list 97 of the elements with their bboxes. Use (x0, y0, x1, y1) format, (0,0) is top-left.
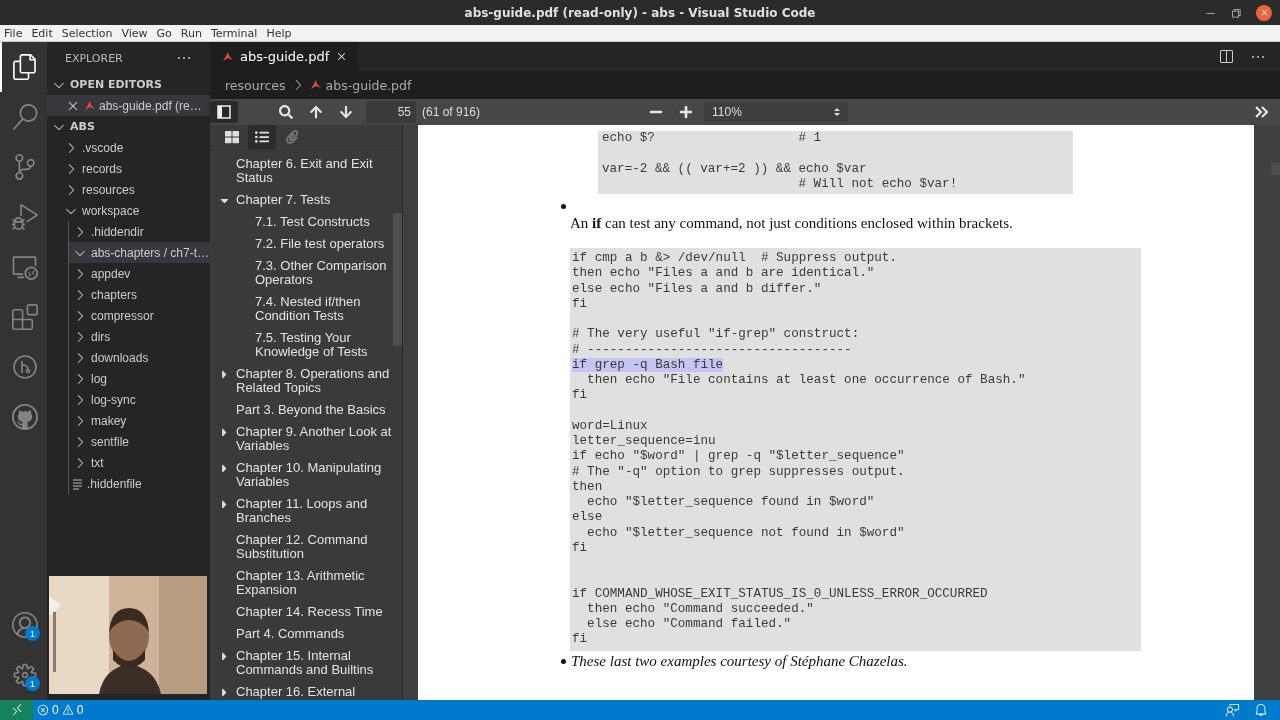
remote-button[interactable] (0, 700, 33, 720)
list-icon (255, 130, 269, 144)
file-tree-item[interactable]: workspace (47, 200, 210, 221)
outline-item[interactable]: Chapter 9. Another Look at Variables (236, 425, 394, 453)
extensions-icon[interactable] (11, 304, 38, 330)
breadcrumb-item[interactable]: abs-guide.pdf (325, 77, 412, 93)
menu-item[interactable]: Help (266, 26, 292, 40)
menu-item[interactable]: File (4, 26, 23, 40)
plus-icon (679, 105, 694, 119)
feedback-icon[interactable] (1226, 703, 1240, 717)
remote-explorer-icon[interactable] (11, 254, 38, 280)
outline-item[interactable]: 7.2. File test operators (255, 237, 395, 251)
outline-item[interactable]: Part 4. Commands (236, 627, 394, 641)
file-tree-item[interactable]: downloads (69, 347, 210, 368)
problems-status[interactable]: 0 0 (33, 703, 88, 717)
outline-item[interactable]: 7.5. Testing Your Knowledge of Tests (255, 331, 395, 359)
menu-item[interactable]: View (121, 26, 148, 40)
split-editor-icon[interactable] (1218, 48, 1234, 65)
file-tree-item[interactable]: abs-chapters / ch7-t… (69, 242, 210, 263)
github-icon[interactable] (11, 404, 38, 430)
arrow-down-icon (339, 105, 353, 119)
menu-item[interactable]: Selection (61, 26, 113, 40)
outline-item[interactable]: 7.3. Other Comparison Operators (255, 259, 395, 287)
notification-badge: 1 (25, 626, 40, 641)
pdf-file-icon (222, 50, 234, 63)
menu-item[interactable]: Edit (31, 26, 53, 40)
file-tree-item[interactable]: .vscode (47, 137, 210, 158)
search-icon[interactable] (11, 104, 38, 130)
search-icon (279, 105, 293, 119)
window-title: abs-guide.pdf (read-only) - abs - Visual Studio Code (464, 5, 816, 20)
outline-item[interactable]: Part 3. Beyond the Basics (236, 403, 394, 417)
code-block: echo $? # 1 var=-2 && (( var+=2 )) && echo $var # Will not echo $var! (598, 131, 1073, 194)
pdf-file-icon (84, 99, 96, 112)
run-debug-icon[interactable] (11, 204, 38, 230)
file-tree-item[interactable]: .hiddenfile (69, 473, 210, 494)
outline-item[interactable]: Chapter 16. External (236, 685, 394, 699)
outline-item[interactable]: Chapter 6. Exit and Exit Status (236, 157, 394, 185)
paperclip-icon (285, 130, 299, 144)
file-tree-item[interactable]: resources (47, 179, 210, 200)
outline-item[interactable]: Chapter 11. Loops and Branches (236, 497, 394, 525)
branch-circle-icon[interactable] (11, 354, 38, 380)
error-icon (37, 704, 49, 716)
sidebar-title: EXPLORER (65, 51, 123, 65)
arrow-up-icon (309, 105, 323, 119)
outline-item[interactable]: Chapter 15. Internal Commands and Builtins (236, 649, 394, 677)
scrollbar-thumb[interactable] (393, 213, 402, 346)
outline-item[interactable]: Chapter 14. Recess Time (236, 605, 394, 619)
text-file-icon (72, 477, 84, 490)
error-count: 0 (52, 703, 59, 717)
file-tree-item[interactable]: log (69, 368, 210, 389)
bullet-icon (561, 658, 566, 664)
menu-item[interactable]: Terminal (210, 26, 258, 40)
sidebar-panel-icon (217, 105, 231, 119)
outline-item[interactable]: Chapter 12. Command Substitution (236, 533, 394, 561)
section-title[interactable]: ABS (70, 120, 95, 133)
breadcrumb-item[interactable]: resources (225, 77, 286, 93)
bullet-icon (561, 204, 566, 209)
zoom-select[interactable]: 110% (704, 102, 849, 122)
warning-icon (61, 704, 74, 716)
double-chevron-icon (1255, 106, 1269, 118)
editor-tab[interactable]: abs-guide.pdf (210, 42, 359, 71)
paragraph: These last two examples courtesy of Stéphane Chazelas. (571, 652, 908, 670)
outline-item[interactable]: Chapter 10. Manipulating Variables (236, 461, 394, 489)
restore-icon[interactable] (1230, 6, 1242, 19)
outline-item[interactable]: Chapter 8. Operations and Related Topics (236, 367, 394, 395)
outline-item[interactable]: Chapter 13. Arithmetic Expansion (236, 569, 394, 597)
file-tree-item[interactable]: compressor (69, 305, 210, 326)
paragraph: An if can test any command, not just conditions enclosed within brackets. (570, 215, 1014, 232)
open-editor-item[interactable]: abs-guide.pdf (re… (47, 95, 210, 116)
file-tree-item[interactable]: chapters (69, 284, 210, 305)
warning-count: 0 (76, 703, 84, 717)
section-title[interactable]: OPEN EDITORS (70, 78, 162, 91)
file-tree-item[interactable]: txt (69, 452, 210, 473)
bell-icon[interactable] (1254, 703, 1268, 717)
file-tree-item[interactable]: .hiddendir (69, 221, 210, 242)
sidebar-toggle-button[interactable] (210, 101, 238, 123)
file-tree-item[interactable]: appdev (69, 263, 210, 284)
grid-icon (225, 130, 239, 144)
file-tree-item[interactable]: records (47, 158, 210, 179)
file-tree-item[interactable]: log-sync (69, 389, 210, 410)
code-block: if cmp a b &> /dev/null # Suppress output. then echo "Files a and b are identical." else echo "Files a and b differ." fi # The very useful "if-grep" construct: # ----------------------------------- if grep -q Bash file then echo "File contains at least one occurrence of Bash." fi word=Linux letter_sequence=inu if echo "$word" | grep -q "$letter_sequence" # The "-q" option to grep suppresses output. then echo "$letter_sequence found in $word" else echo "$letter_sequence not found in $word" fi if COMMAND_WHOSE_EXIT_STATUS_IS_0_UNLESS_ERROR_OCCURRED then echo "Command succeeded." else echo "Command failed." fi (570, 248, 1141, 651)
outline-item[interactable]: 7.1. Test Constructs (255, 215, 395, 229)
file-tree-item[interactable]: dirs (69, 326, 210, 347)
page-number-field[interactable]: 55 (366, 101, 416, 123)
files-icon[interactable] (11, 54, 38, 80)
updown-caret-icon (834, 107, 841, 117)
file-tree-item[interactable]: sentfile (69, 431, 210, 452)
outline-item[interactable]: 7.4. Nested if/then Condition Tests (255, 295, 395, 323)
page-count: (61 of 916) (422, 105, 481, 119)
pdf-file-icon (309, 79, 322, 91)
outline-view-button[interactable] (248, 125, 276, 149)
menu-item[interactable]: Go (156, 26, 172, 40)
outline-item[interactable]: Chapter 7. Tests (236, 193, 394, 207)
notification-badge: 1 (25, 676, 40, 691)
file-tree-item[interactable]: makey (69, 410, 210, 431)
menu-item[interactable]: Run (180, 26, 202, 40)
close-window-button[interactable] (1256, 4, 1272, 21)
